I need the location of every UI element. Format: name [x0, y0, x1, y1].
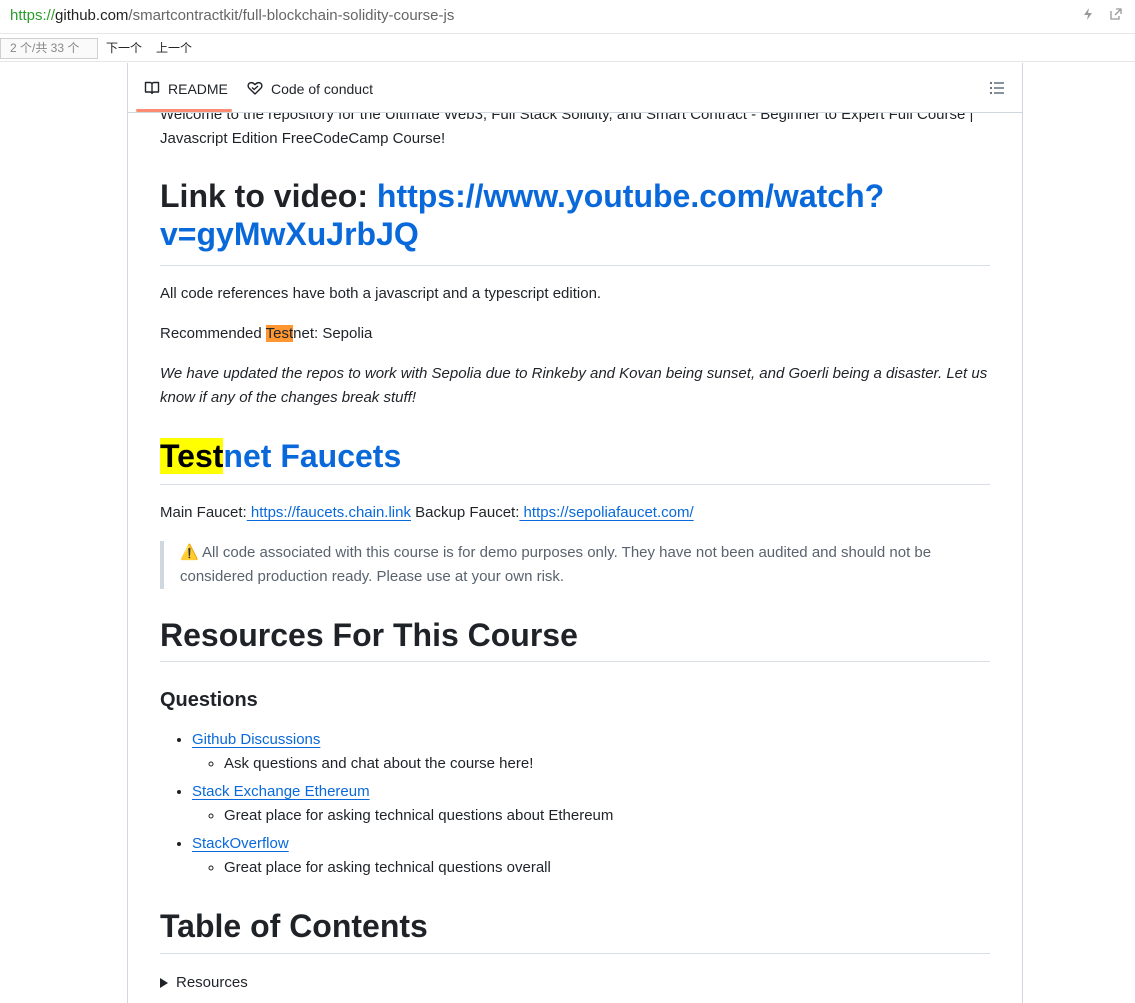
outline-list-icon[interactable] [988, 79, 1006, 97]
find-next-button[interactable]: 下一个 [106, 39, 142, 57]
video-heading-prefix: Link to video: [160, 178, 377, 214]
tab-code-of-conduct[interactable]: Code of conduct [247, 77, 373, 101]
faucets-heading[interactable]: Testnet Faucets [160, 437, 990, 475]
details-summary: Resources [176, 974, 248, 991]
find-highlight: Test [160, 438, 224, 474]
tab-readme-label: README [168, 81, 228, 97]
warning-blockquote: ⚠️ All code associated with this course … [160, 541, 990, 589]
book-icon [144, 80, 160, 99]
tab-readme[interactable]: README [144, 77, 228, 101]
code-refs-text: All code references have both a javascri… [160, 285, 602, 302]
find-prev-button[interactable]: 上一个 [156, 39, 192, 57]
warning-text: ⚠️ All code associated with this course … [180, 544, 932, 585]
readme-panel: Welcome to the repository for the Ultima… [127, 63, 1023, 1003]
stackoverflow-link[interactable]: StackOverflow [192, 835, 289, 852]
list-item: Github Discussions Ask questions and cha… [192, 728, 990, 776]
backup-faucet-label: Backup Faucet: [410, 504, 520, 521]
find-count-field[interactable]: 2 个/共 33 个 [0, 38, 98, 59]
list-item-desc: Ask questions and chat about the course … [224, 752, 990, 776]
recommended-suffix: net: Sepolia [293, 325, 373, 342]
github-discussions-link[interactable]: Github Discussions [192, 731, 320, 748]
list-item: Stack Exchange Ethereum Great place for … [192, 780, 990, 828]
url-text[interactable]: https://github.com/smartcontractkit/full… [10, 6, 454, 26]
main-faucet-label: Main Faucet: [160, 504, 247, 521]
recommended-prefix: Recommended [160, 325, 266, 342]
url-path: /smartcontractkit/full-blockchain-solidi… [128, 7, 455, 24]
backup-faucet-link[interactable]: https://sepoliafaucet.com/ [519, 504, 694, 521]
resources-details-toggle[interactable]: Resources [160, 971, 248, 995]
share-icon[interactable] [1109, 7, 1123, 21]
list-item-desc: Great place for asking technical questio… [224, 804, 990, 828]
url-scheme: https:// [10, 7, 56, 24]
list-item: StackOverflow Great place for asking tec… [192, 832, 990, 880]
recommended-testnet: Recommended Testnet: Sepolia [160, 322, 990, 346]
faucets-heading-rest: net Faucets [223, 438, 402, 474]
faucets-line: Main Faucet: https://faucets.chain.link … [160, 501, 990, 525]
find-highlight-current: Test [265, 325, 294, 342]
updated-note: We have updated the repos to work with S… [160, 365, 988, 406]
divider [160, 484, 990, 485]
find-bar: 2 个/共 33 个 下一个 上一个 [0, 34, 1135, 62]
triangle-right-icon [160, 978, 168, 988]
address-bar[interactable]: https://github.com/smartcontractkit/full… [0, 0, 1135, 34]
video-heading: Link to video: https://www.youtube.com/w… [160, 177, 990, 253]
lightning-icon[interactable] [1081, 7, 1095, 21]
divider [160, 953, 990, 954]
list-item-desc: Great place for asking technical questio… [224, 856, 990, 880]
resources-heading: Resources For This Course [160, 617, 578, 653]
divider [160, 661, 990, 662]
main-faucet-link[interactable]: https://faucets.chain.link [247, 504, 411, 521]
stack-exchange-link[interactable]: Stack Exchange Ethereum [192, 783, 370, 800]
heart-handshake-icon [247, 80, 263, 99]
toc-heading: Table of Contents [160, 908, 428, 944]
readme-tab-bar: README Code of conduct [128, 63, 1022, 113]
divider [160, 265, 990, 266]
active-tab-indicator [136, 109, 232, 112]
resources-list: Github Discussions Ask questions and cha… [160, 728, 990, 884]
url-host: github.com [55, 7, 129, 24]
questions-heading: Questions [160, 689, 258, 711]
tab-code-of-conduct-label: Code of conduct [271, 81, 373, 97]
